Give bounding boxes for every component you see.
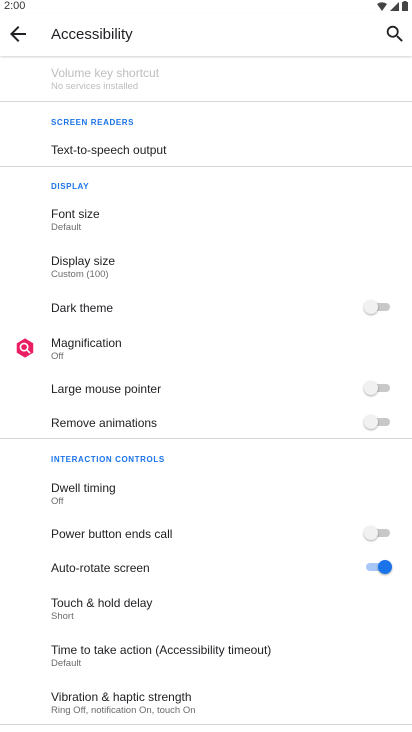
status-time: 2:00 [4, 0, 26, 12]
large-mouse-pointer-item[interactable]: Large mouse pointer [0, 377, 412, 401]
dwell-timing-item[interactable]: Dwell timing Off [0, 476, 412, 512]
divider [0, 724, 412, 725]
divider [0, 438, 412, 439]
auto-rotate-screen-item[interactable]: Auto-rotate screen [0, 556, 412, 580]
item-title: Vibration & haptic strength [51, 690, 192, 704]
auto-rotate-screen-toggle[interactable] [364, 560, 392, 574]
divider [0, 166, 412, 167]
dark-theme-item[interactable]: Dark theme [0, 296, 412, 320]
display-size-item[interactable]: Display size Custom (100) [0, 249, 412, 285]
section-header-interaction-controls: INTERACTION CONTROLS [51, 455, 165, 464]
item-subtitle: Off [51, 496, 64, 507]
power-button-ends-call-toggle[interactable] [364, 526, 392, 540]
section-header-screen-readers: SCREEN READERS [51, 118, 135, 127]
item-title: Display size [51, 254, 116, 268]
magnification-item[interactable]: Magnification Off [0, 331, 412, 367]
status-icons [377, 1, 408, 11]
remove-animations-toggle[interactable] [364, 415, 392, 429]
item-title: Volume key shortcut [51, 66, 160, 80]
item-title: Power button ends call [51, 527, 173, 541]
item-subtitle: Off [51, 351, 64, 362]
item-title: Touch & hold delay [51, 596, 153, 610]
signal-icon [390, 1, 399, 11]
section-header-display: DISPLAY [51, 182, 90, 191]
magnification-icon [16, 338, 34, 358]
back-arrow-icon[interactable] [6, 22, 30, 46]
divider [0, 101, 412, 102]
item-subtitle: Default [51, 658, 82, 669]
touch-hold-delay-item[interactable]: Touch & hold delay Short [0, 591, 412, 627]
item-title: Time to take action (Accessibility timeo… [51, 643, 272, 657]
item-title: Font size [51, 207, 100, 221]
power-button-ends-call-item[interactable]: Power button ends call [0, 522, 412, 546]
vibration-haptic-item[interactable]: Vibration & haptic strength Ring Off, no… [0, 685, 412, 721]
tts-output-item[interactable]: Text-to-speech output [0, 136, 412, 162]
search-icon[interactable] [384, 23, 406, 45]
page-title: Accessibility [51, 26, 133, 43]
item-title: Magnification [51, 336, 122, 350]
item-title: Dark theme [51, 301, 114, 315]
item-subtitle: Custom (100) [51, 269, 109, 280]
item-subtitle: Ring Off, notification On, touch On [51, 705, 196, 716]
item-title: Remove animations [51, 416, 158, 430]
remove-animations-item[interactable]: Remove animations [0, 411, 412, 435]
item-subtitle: Default [51, 222, 82, 233]
item-subtitle: No services installed [51, 81, 139, 92]
volume-key-shortcut-item[interactable]: Volume key shortcut No services installe… [0, 62, 412, 98]
time-to-take-action-item[interactable]: Time to take action (Accessibility timeo… [0, 638, 412, 674]
status-bar: 2:00 [0, 0, 412, 14]
wifi-icon [377, 1, 387, 11]
dark-theme-toggle[interactable] [364, 300, 392, 314]
item-title: Text-to-speech output [51, 143, 167, 157]
app-bar: Accessibility [0, 14, 412, 56]
item-title: Dwell timing [51, 481, 116, 495]
item-title: Large mouse pointer [51, 382, 162, 396]
item-title: Auto-rotate screen [51, 561, 150, 575]
large-mouse-pointer-toggle[interactable] [364, 381, 392, 395]
font-size-item[interactable]: Font size Default [0, 202, 412, 238]
battery-icon [402, 1, 408, 11]
item-subtitle: Short [51, 611, 74, 622]
